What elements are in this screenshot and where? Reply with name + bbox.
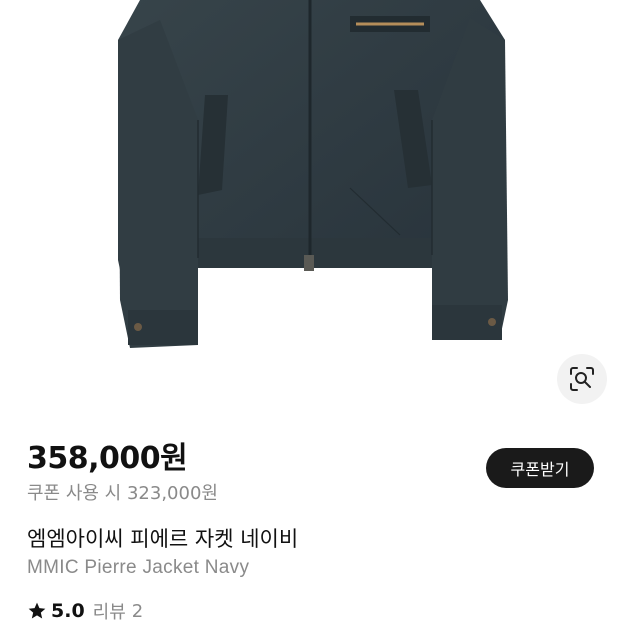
product-price: 358,000원: [27, 441, 188, 476]
rating-value: 5.0: [51, 600, 85, 622]
product-title-english: MMIC Pierre Jacket Navy: [27, 557, 250, 578]
star-icon: [27, 601, 47, 621]
review-label: 리뷰: [92, 602, 126, 623]
review-count: 2: [131, 600, 144, 622]
jacket-illustration: [118, 0, 508, 348]
image-search-button[interactable]: [557, 354, 607, 404]
get-coupon-button[interactable]: 쿠폰받기: [486, 448, 594, 488]
rating-row[interactable]: 5.0 리뷰 2: [27, 599, 143, 623]
coupon-price-text: 쿠폰 사용 시 323,000원: [27, 483, 218, 504]
product-image[interactable]: [0, 0, 620, 415]
product-title-korean: 엠엠아이씨 피에르 자켓 네이비: [27, 527, 299, 551]
image-search-icon: [570, 367, 594, 391]
